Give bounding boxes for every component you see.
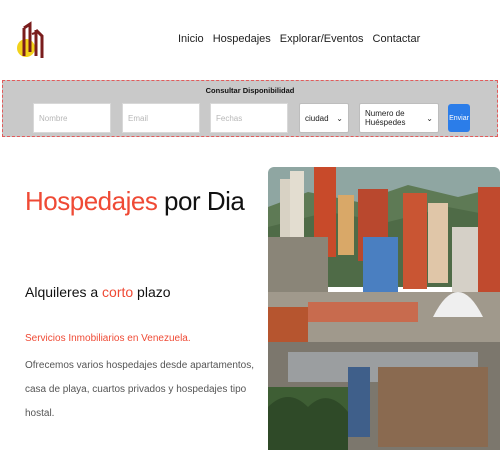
hero-title-highlight: Hospedajes (25, 186, 158, 216)
hero-title: Hospedajes por Dia (25, 186, 245, 217)
nav-item-hospedajes[interactable]: Hospedajes (213, 33, 271, 45)
chevron-down-icon: ⌄ (426, 113, 433, 123)
site-header: Inicio Hospedajes Explorar/Eventos Conta… (0, 0, 500, 80)
email-field[interactable]: Email (122, 103, 200, 133)
subtitle-highlight: corto (102, 284, 134, 300)
main-nav: Inicio Hospedajes Explorar/Eventos Conta… (178, 33, 420, 45)
hero-tagline: Servicios Inmobiliarios en Venezuela. (25, 333, 191, 344)
dates-field[interactable]: Fechas (210, 103, 288, 133)
city-select-value: ciudad (305, 113, 329, 123)
city-select[interactable]: ciudad ⌄ (299, 103, 349, 133)
nav-item-explorar-eventos[interactable]: Explorar/Eventos (280, 33, 364, 45)
name-field[interactable]: Nombre (33, 103, 111, 133)
guests-select[interactable]: Numero de Huéspedes ⌄ (359, 103, 439, 133)
hero-subtitle: Alquileres a corto plazo (25, 284, 171, 300)
availability-title: Consultar Disponibilidad (205, 86, 295, 95)
nav-item-contactar[interactable]: Contactar (373, 33, 421, 45)
chevron-down-icon: ⌄ (336, 113, 343, 123)
guests-select-value: Numero de Huéspedes (365, 109, 406, 127)
nav-item-inicio[interactable]: Inicio (178, 33, 204, 45)
hero-description: Ofrecemos varios hospedajes desde aparta… (25, 360, 255, 419)
city-image (268, 167, 500, 450)
subtitle-end: plazo (133, 284, 171, 300)
logo-icon[interactable] (14, 20, 50, 60)
submit-button[interactable]: Enviar (448, 104, 470, 132)
hero-title-rest: por Dia (157, 186, 245, 216)
availability-form: Consultar Disponibilidad Nombre Email Fe… (2, 80, 498, 137)
subtitle-start: Alquileres a (25, 284, 103, 300)
